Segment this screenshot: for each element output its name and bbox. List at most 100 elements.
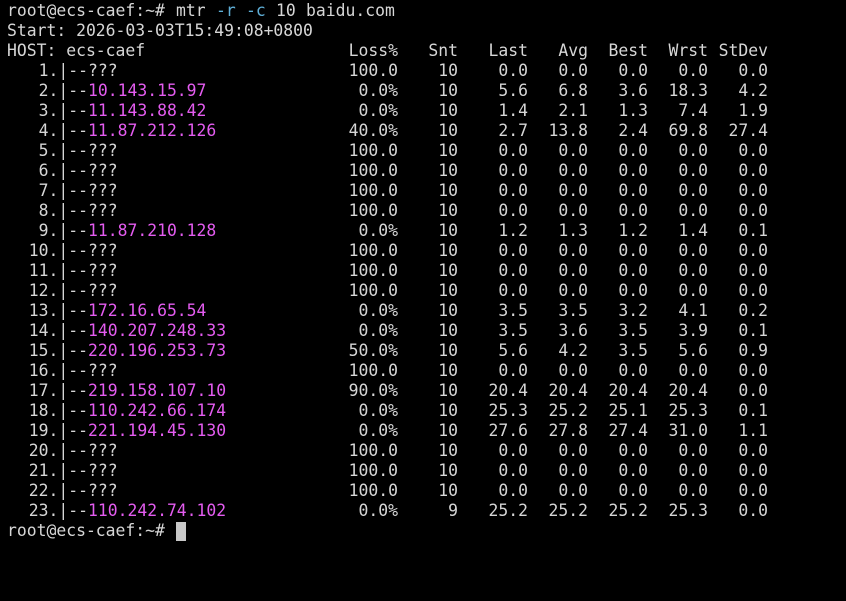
hop-stdev: 0.0 [738,361,768,380]
hop-host: ??? [88,161,118,180]
hop-loss: 40.0% [348,121,398,140]
hop-host: 221.194.45.130 [88,421,227,440]
hop-stdev: 0.2 [738,301,768,320]
hop-number: 22.|-- [28,481,88,500]
hop-best: 0.0 [618,161,648,180]
final-prompt: root@ecs-caef:~# [7,521,165,540]
hop-loss: 100.0 [348,481,398,500]
command-count: 10 [276,1,296,20]
hop-last: 1.2 [498,221,528,240]
hop-best: 0.0 [618,141,648,160]
hop-stdev: 0.0 [738,141,768,160]
hop-host: ??? [88,141,118,160]
hop-loss: 100.0 [348,261,398,280]
hop-loss: 0.0% [358,81,398,100]
hop-avg: 27.8 [548,421,588,440]
hop-wrst: 0.0 [678,181,708,200]
hop-number: 11.|-- [28,261,88,280]
hop-stdev: 0.1 [738,221,768,240]
command-prompt: root@ecs-caef:~# [7,1,165,20]
hop-best: 0.0 [618,461,648,480]
hop-stdev: 0.1 [738,401,768,420]
hop-wrst: 0.0 [678,461,708,480]
hop-number: 4.|-- [38,121,88,140]
hop-stdev: 0.0 [738,201,768,220]
hop-row: 14.|-- 140.207.248.33 0.0% 10 3.5 3.6 3.5 3.9 0.… [0,321,846,341]
hop-number: 7.|-- [38,181,88,200]
hop-loss: 100.0 [348,241,398,260]
command-flag-r: -r [216,1,236,20]
hop-wrst: 0.0 [678,281,708,300]
hop-host: 10.143.15.97 [88,81,207,100]
hop-host: ??? [88,441,118,460]
hop-wrst: 0.0 [678,361,708,380]
hop-last: 3.5 [498,321,528,340]
hop-wrst: 0.0 [678,61,708,80]
hop-wrst: 0.0 [678,141,708,160]
hop-row: 1.|--??? 100.0 10 0.0 0.0 0.0 0.0 0.0 [0,61,846,81]
hop-wrst: 25.3 [668,401,708,420]
hop-host: 11.87.212.126 [88,121,217,140]
hop-stdev: 0.0 [738,281,768,300]
hop-wrst: 4.1 [678,301,708,320]
hop-snt: 10 [438,61,458,80]
hop-row: 6.|--??? 100.0 10 0.0 0.0 0.0 0.0 0.0 [0,161,846,181]
hop-stdev: 0.0 [738,241,768,260]
hop-loss: 100.0 [348,441,398,460]
hop-best: 0.0 [618,481,648,500]
hop-best: 0.0 [618,201,648,220]
hop-row: 10.|--??? 100.0 10 0.0 0.0 0.0 0.0 0.0 [0,241,846,261]
hop-number: 23.|-- [28,501,88,520]
hop-snt: 10 [438,281,458,300]
hop-loss: 0.0% [358,301,398,320]
terminal-window[interactable]: root@ecs-caef:~# mtr -r -c 10 baidu.com … [0,0,846,574]
hop-snt: 10 [438,481,458,500]
hop-last: 0.0 [498,281,528,300]
hop-stdev: 0.0 [738,61,768,80]
hop-snt: 10 [438,121,458,140]
hop-stdev: 0.9 [738,341,768,360]
final-prompt-line[interactable]: root@ecs-caef:~# [0,521,846,541]
hop-number: 2.|-- [38,81,88,100]
hop-stdev: 4.2 [738,81,768,100]
hop-loss: 90.0% [348,381,398,400]
hop-best: 27.4 [608,421,648,440]
hop-avg: 0.0 [558,181,588,200]
hop-snt: 10 [438,261,458,280]
hop-row: 16.|--??? 100.0 10 0.0 0.0 0.0 0.0 0.0 [0,361,846,381]
hop-last: 0.0 [498,61,528,80]
report-header: HOST: ecs-caef Loss% Snt Last Avg Best W… [0,41,846,61]
hop-last: 0.0 [498,201,528,220]
hop-host: 220.196.253.73 [88,341,227,360]
hop-number: 21.|-- [28,461,88,480]
hop-host: ??? [88,61,118,80]
hop-best: 0.0 [618,261,648,280]
start-line: Start: 2026-03-03T15:49:08+0800 [0,21,846,41]
header-wrst: Wrst [668,41,708,60]
hop-last: 0.0 [498,141,528,160]
hop-row: 3.|-- 11.143.88.42 0.0% 10 1.4 2.1 1.3 7.4 1.9 [0,101,846,121]
hop-last: 0.0 [498,441,528,460]
hop-avg: 6.8 [558,81,588,100]
text-cursor [176,521,186,541]
hop-avg: 25.2 [548,401,588,420]
hop-row: 20.|--??? 100.0 10 0.0 0.0 0.0 0.0 0.0 [0,441,846,461]
hop-host: 172.16.65.54 [88,301,207,320]
hop-stdev: 0.0 [738,261,768,280]
hop-host: ??? [88,481,118,500]
hop-best: 0.0 [618,241,648,260]
hop-host: ??? [88,201,118,220]
hop-row: 13.|-- 172.16.65.54 0.0% 10 3.5 3.5 3.2 4.1 0.2 [0,301,846,321]
hop-number: 20.|-- [28,441,88,460]
hop-stdev: 0.0 [738,381,768,400]
hop-host: ??? [88,281,118,300]
hop-avg: 0.0 [558,281,588,300]
hop-snt: 10 [438,461,458,480]
hop-snt: 10 [438,321,458,340]
hop-last: 3.5 [498,301,528,320]
hop-loss: 50.0% [348,341,398,360]
hop-host: 11.87.210.128 [88,221,217,240]
hop-best: 0.0 [618,61,648,80]
hop-host: 110.242.74.102 [88,501,227,520]
hop-number: 6.|-- [38,161,88,180]
